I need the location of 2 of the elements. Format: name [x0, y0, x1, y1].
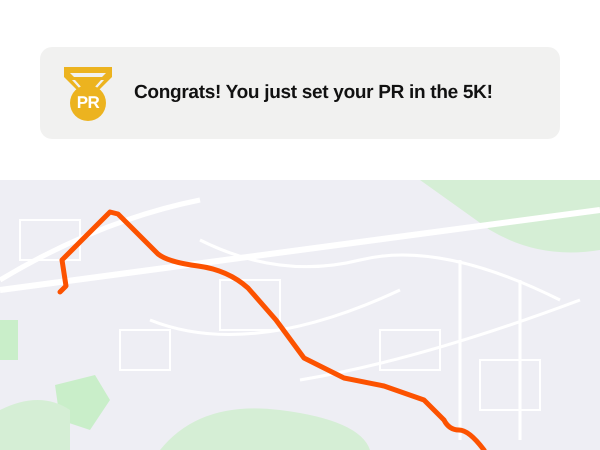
congrats-message: Congrats! You just set your PR in the 5K! [134, 82, 493, 104]
pr-badge: PR [70, 85, 106, 121]
